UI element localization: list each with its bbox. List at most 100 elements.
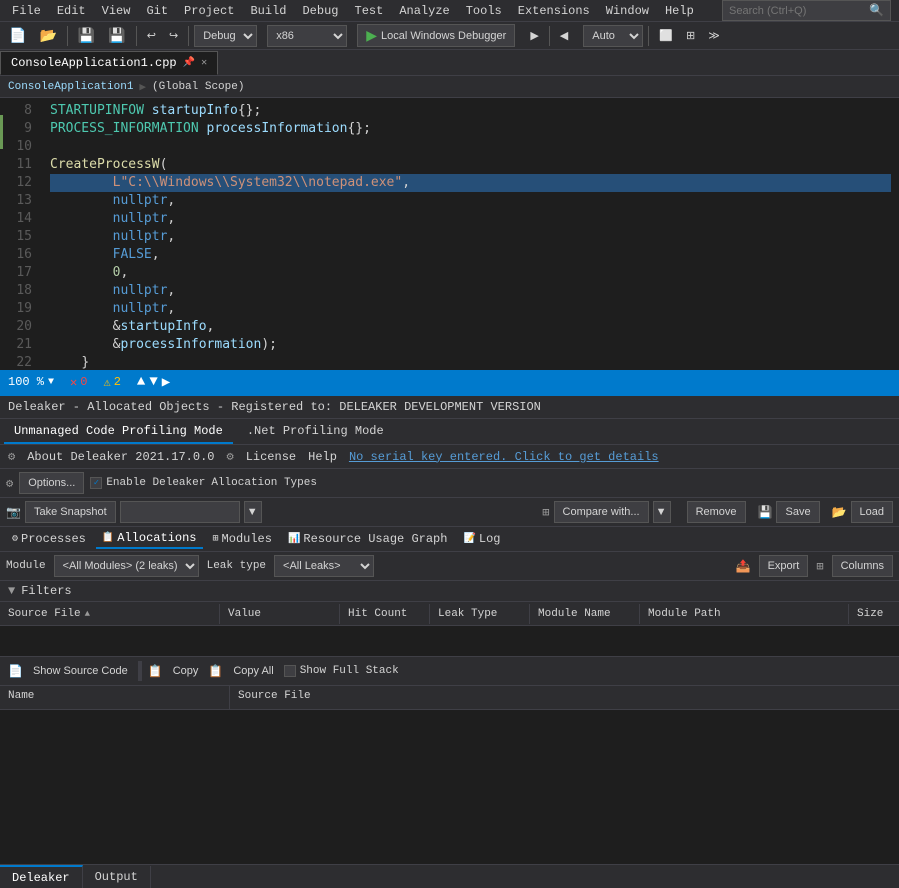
redo-button[interactable]: ↪ [164, 26, 183, 45]
copy-all-button[interactable]: Copy All [229, 663, 277, 679]
menu-bar: File Edit View Git Project Build Debug T… [0, 0, 899, 22]
code-line-11: CreateProcessW( [50, 156, 891, 174]
leak-type-label: Leak type [207, 560, 266, 572]
nav-processes[interactable]: ⚙ Processes [6, 530, 92, 548]
dropdown-arrow-button[interactable]: ▼ [244, 501, 262, 523]
breadcrumb-scope[interactable]: (Global Scope) [152, 81, 244, 93]
menu-item-help[interactable]: Help [657, 0, 702, 21]
menu-item-test[interactable]: Test [347, 0, 392, 21]
compare-button[interactable]: Compare with... [554, 501, 649, 523]
show-full-stack-toggle[interactable]: Show Full Stack [284, 665, 399, 677]
menu-item-project[interactable]: Project [176, 0, 242, 21]
zoom-level[interactable]: 100 % ▼ [8, 375, 54, 389]
filter-bar-2: ▼ Filters [0, 581, 899, 602]
copy-icon: 📋 [148, 664, 163, 679]
menu-item-extensions[interactable]: Extensions [510, 0, 598, 21]
module-dropdown[interactable]: <All Modules> (2 leaks) [54, 555, 199, 577]
nav-back-button[interactable]: ◀ [555, 26, 573, 45]
code-line-14: nullptr, [50, 210, 891, 228]
nav-log[interactable]: 📝 Log [457, 530, 506, 548]
col-header-value[interactable]: Value [220, 604, 340, 624]
take-snapshot-button[interactable]: Take Snapshot [25, 501, 116, 523]
save-button[interactable]: 💾 [73, 24, 100, 47]
copy-button[interactable]: Copy [169, 663, 203, 679]
table-header: Source File ▲ Value Hit Count Leak Type … [0, 602, 899, 626]
menu-item-debug[interactable]: Debug [294, 0, 346, 21]
open-file-button[interactable]: 📂 [34, 24, 61, 47]
col-header-leak-type[interactable]: Leak Type [430, 604, 530, 624]
start-debug-button[interactable]: ▶ Local Windows Debugger [357, 24, 515, 47]
menu-item-view[interactable]: View [94, 0, 139, 21]
more-button[interactable]: ≫ [703, 26, 725, 45]
toolbar-1: 📄 📂 💾 💾 ↩ ↪ Debug x86 ▶ Local Windows De… [0, 22, 899, 50]
new-file-button[interactable]: 📄 [4, 24, 31, 47]
leak-type-dropdown[interactable]: <All Leaks> [274, 555, 374, 577]
fullscreen-button[interactable]: ⬜ [654, 26, 678, 45]
stack-col-source[interactable]: Source File [230, 686, 899, 709]
editor-tab[interactable]: ConsoleApplication1.cpp 📌 ✕ [0, 51, 218, 75]
layout-button[interactable]: ⊞ [681, 26, 700, 45]
tab-dotnet[interactable]: .Net Profiling Mode [237, 420, 394, 444]
col-header-module-path[interactable]: Module Path [640, 604, 849, 624]
nav-allocations[interactable]: 📋 Allocations [96, 529, 203, 549]
nav-resource-usage[interactable]: 📊 Resource Usage Graph [282, 530, 453, 548]
snapshot-name-input[interactable] [120, 501, 240, 523]
nav-right-icon[interactable]: ▶ [162, 374, 170, 391]
auto-dropdown[interactable]: Auto [583, 25, 643, 47]
compare-dropdown-button[interactable]: ▼ [653, 501, 671, 523]
filters-label[interactable]: Filters [21, 584, 71, 598]
col-header-source-file[interactable]: Source File ▲ [0, 604, 220, 624]
about-link[interactable]: About Deleaker 2021.17.0.0 [27, 450, 214, 464]
tab-unmanaged[interactable]: Unmanaged Code Profiling Mode [4, 420, 233, 444]
error-count[interactable]: ✕ 0 [70, 375, 87, 390]
menu-item-window[interactable]: Window [598, 0, 657, 21]
menu-item-git[interactable]: Git [138, 0, 176, 21]
remove-button[interactable]: Remove [687, 501, 746, 523]
bottom-tab-deleaker[interactable]: Deleaker [0, 865, 83, 888]
full-stack-checkbox[interactable] [284, 665, 296, 677]
columns-button[interactable]: Columns [832, 555, 893, 577]
load-button[interactable]: Load [851, 501, 893, 523]
search-input[interactable] [729, 5, 869, 17]
col-header-size[interactable]: Size [849, 604, 899, 624]
show-source-code-button[interactable]: Show Source Code [29, 663, 132, 679]
nav-down-icon[interactable]: ▼ [149, 374, 157, 390]
license-link[interactable]: License [246, 450, 296, 464]
serial-key-link[interactable]: No serial key entered. Click to get deta… [349, 450, 659, 464]
nav-up-icon[interactable]: ▲ [137, 374, 145, 390]
stack-col-name[interactable]: Name [0, 686, 230, 709]
nav-modules[interactable]: ⊞ Modules [207, 530, 278, 548]
menu-item-tools[interactable]: Tools [458, 0, 510, 21]
help-link[interactable]: Help [308, 450, 337, 464]
col-header-module-name[interactable]: Module Name [530, 604, 640, 624]
tab-close-icon[interactable]: ✕ [201, 57, 207, 69]
options-button[interactable]: Options... [19, 472, 84, 494]
export-button[interactable]: Export [759, 555, 809, 577]
platform-dropdown[interactable]: x86 [267, 25, 347, 47]
menu-item-file[interactable]: File [4, 0, 49, 21]
menu-item-analyze[interactable]: Analyze [391, 0, 457, 21]
undo-button[interactable]: ↩ [142, 26, 161, 45]
debug-config-dropdown[interactable]: Debug [194, 25, 257, 47]
profiling-tabs: Unmanaged Code Profiling Mode .Net Profi… [0, 419, 899, 445]
zoom-value: 100 % [8, 375, 44, 389]
enable-deleaker-checkbox[interactable]: Enable Deleaker [90, 477, 205, 489]
save-button-dl[interactable]: Save [776, 501, 819, 523]
bottom-tab-output[interactable]: Output [83, 866, 151, 888]
enable-checkbox-icon[interactable] [90, 477, 102, 489]
tab-bar: ConsoleApplication1.cpp 📌 ✕ [0, 50, 899, 76]
bottom-tab-bar: Deleaker Output [0, 864, 899, 888]
attach-button[interactable]: ▶ [525, 26, 543, 45]
warning-count[interactable]: ⚠ 2 [103, 375, 120, 390]
gear-icon: ⚙ [8, 449, 15, 464]
code-content[interactable]: STARTUPINFOW startupInfo{}; PROCESS_INFO… [42, 98, 899, 370]
menu-item-edit[interactable]: Edit [49, 0, 94, 21]
deleaker-title-bar: Deleaker - Allocated Objects - Registere… [0, 396, 899, 419]
bottom-toolbar: 📄 Show Source Code 📋 Copy 📋 Copy All Sho… [0, 656, 899, 686]
allocation-types-label[interactable]: Allocation Types [211, 477, 317, 489]
save-all-button[interactable]: 💾 [103, 24, 130, 47]
breadcrumb-project[interactable]: ConsoleApplication1 [8, 81, 133, 93]
search-icon: 🔍 [869, 3, 884, 18]
col-header-hit-count[interactable]: Hit Count [340, 604, 430, 624]
menu-item-build[interactable]: Build [242, 0, 294, 21]
